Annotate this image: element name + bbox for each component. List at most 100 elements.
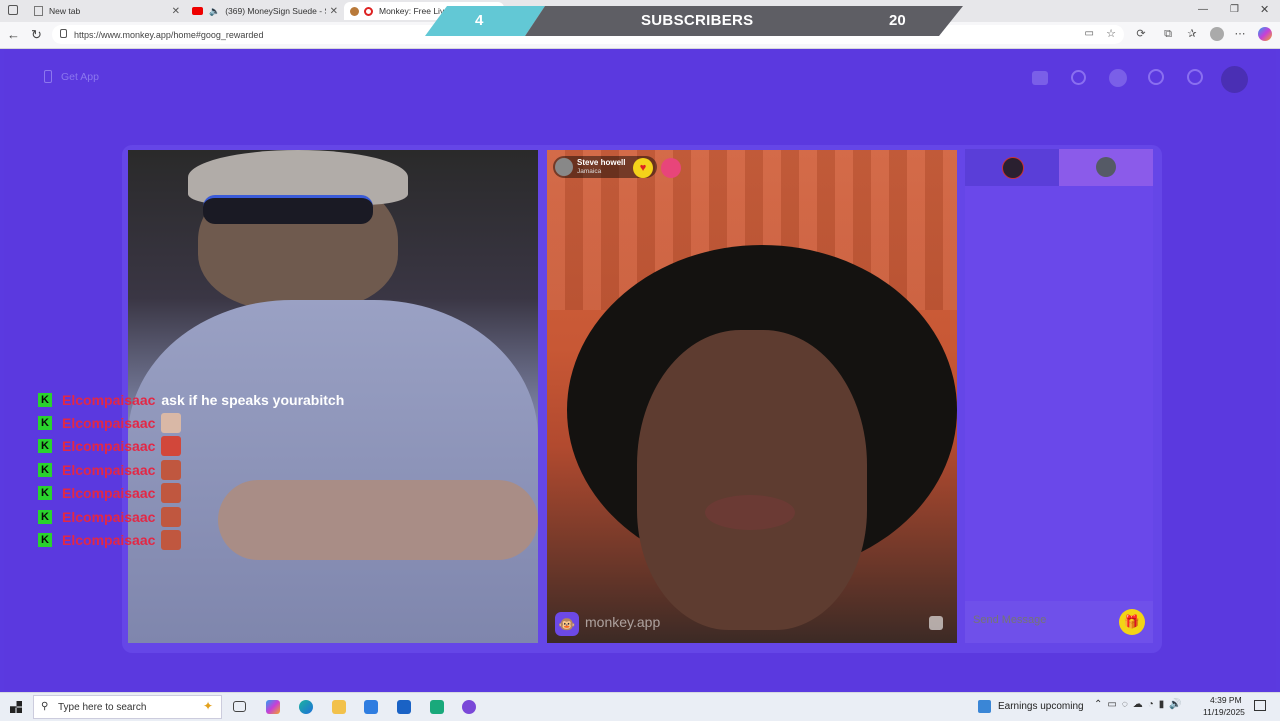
tab-right-user[interactable] [1059,149,1153,186]
sunglasses [203,195,373,224]
close-window-button[interactable]: ✕ [1260,3,1269,16]
copilot-icon[interactable] [1258,27,1272,41]
flag-icon[interactable] [929,616,943,630]
kick-badge-icon: K [38,416,52,430]
news-text[interactable]: Earnings upcoming [998,701,1084,712]
phone-icon [44,70,52,83]
tab-youtube[interactable]: 🔈 (369) MoneySign Suede - Sh ✕ [186,2,344,20]
back-arrow-icon[interactable]: ← [7,27,20,42]
user-name: Steve howell [577,158,626,167]
tab-label: (369) MoneySign Suede - Sh [225,6,326,16]
copilot-icon[interactable] [266,700,280,714]
person-mouth [705,495,795,530]
chat-tabs [965,149,1153,186]
search-placeholder: Type here to search [58,701,147,713]
chat-line: K Elcompaisaac [38,460,182,480]
face-emote-icon [161,507,182,527]
kick-badge-icon: K [38,533,52,547]
outlook-icon[interactable] [397,700,411,714]
chat-line: K Elcompaisaac [38,483,182,503]
history-icon[interactable] [1148,69,1164,85]
store-icon[interactable] [1032,71,1048,85]
chat-line: K Elcompaisaac [38,507,182,527]
edge-icon[interactable] [299,700,313,714]
user-avatar [555,158,573,176]
url-text: https://www.monkey.app/home#goog_rewarde… [74,29,264,40]
heart-icon[interactable]: ♥ [633,158,653,178]
message-bar: 🎁 [965,601,1153,643]
favorites-icon[interactable]: ✰ [1186,28,1198,40]
task-view-icon[interactable] [233,701,246,712]
chat-panel: 🎁 [965,149,1153,643]
chat-username: Elcompaisaac [62,415,156,431]
refresh-icon[interactable]: ↻ [31,27,42,43]
chat-username: Elcompaisaac [62,509,156,525]
more-icon[interactable]: ⋯ [1234,28,1246,40]
user-location: Jamaica [577,168,602,175]
chat-line: K Elcompaisaac [38,413,182,433]
window-menu-icon[interactable] [8,5,18,15]
chat-username: Elcompaisaac [62,485,156,501]
minimize-button[interactable]: — [1198,4,1208,15]
clock-date[interactable]: 11/19/2025 [1203,707,1245,717]
profile-icon[interactable] [1210,27,1224,41]
recording-icon [364,6,373,16]
get-app-link[interactable]: Get App [61,71,99,83]
left-count: 4 [475,12,484,29]
page-icon [34,6,43,16]
face-emote-icon [161,413,182,433]
close-icon[interactable]: ✕ [172,6,180,17]
banner-left-panel [425,6,545,36]
file-explorer-icon[interactable] [332,700,346,714]
avatar [1002,157,1024,179]
send-message-input[interactable] [971,609,1115,631]
windows-start-icon[interactable] [10,701,22,713]
store-icon[interactable] [364,700,378,714]
notification-icon[interactable] [1254,700,1266,711]
lock-icon [60,29,67,38]
rewards-icon[interactable] [1109,69,1127,87]
tab-label: New tab [49,6,81,16]
news-icon [978,700,991,713]
tab-left-user[interactable] [965,149,1059,186]
star-icon[interactable]: ☆ [1106,27,1116,40]
youtube-icon [192,7,203,15]
watermark: monkey.app [585,614,661,630]
person-face [637,330,867,630]
search-icon[interactable] [1071,70,1086,85]
app-icon[interactable] [430,700,444,714]
avatar [1096,157,1116,177]
subscribers-label: SUBSCRIBERS [641,12,754,29]
split-screen-icon[interactable]: ⧉ [1162,28,1174,40]
speaker-icon[interactable]: 🔈 [209,6,220,17]
face-emote-icon [161,460,182,480]
chat-line: K Elcompaisaac [38,530,182,550]
chat-username: Elcompaisaac [62,392,156,408]
restore-button[interactable]: ❐ [1230,4,1239,15]
app-icon[interactable] [462,700,476,714]
gift-button[interactable]: 🎁 [1119,609,1145,635]
face-emote-icon [161,530,182,550]
chat-line: K Elcompaisaac ask if he speaks yourabit… [38,390,344,410]
chat-line: K Elcompaisaac [38,436,182,456]
tab-new-tab[interactable]: New tab ✕ [28,2,186,20]
close-icon[interactable]: ✕ [330,6,338,17]
taskbar-search[interactable]: ⚲ Type here to search ✦ [33,695,222,719]
chat-username: Elcompaisaac [62,438,156,454]
monkey-page: Get App Steve howell Jamaica ♥ 🐵 monkey.… [4,49,1276,690]
report-icon[interactable] [661,158,681,178]
messages-icon[interactable] [1187,69,1203,85]
avatar[interactable] [1221,66,1248,93]
tray-icons[interactable]: ⌃▭◌☁◔▮🔊 [1094,699,1187,710]
search-icon: ⚲ [41,701,49,712]
chat-username: Elcompaisaac [62,462,156,478]
face-emote-icon [161,483,182,503]
face-emote-icon [161,436,182,456]
cast-icon[interactable]: ▭ [1085,28,1094,39]
monkey-logo-icon: 🐵 [555,612,579,636]
windows-taskbar: ⚲ Type here to search ✦ Earnings upcomin… [0,692,1280,721]
right-count: 20 [889,12,906,29]
clock-time[interactable]: 4:39 PM [1210,695,1242,705]
extensions-icon[interactable]: ⟳ [1135,28,1147,40]
crossed-arms [218,480,538,560]
